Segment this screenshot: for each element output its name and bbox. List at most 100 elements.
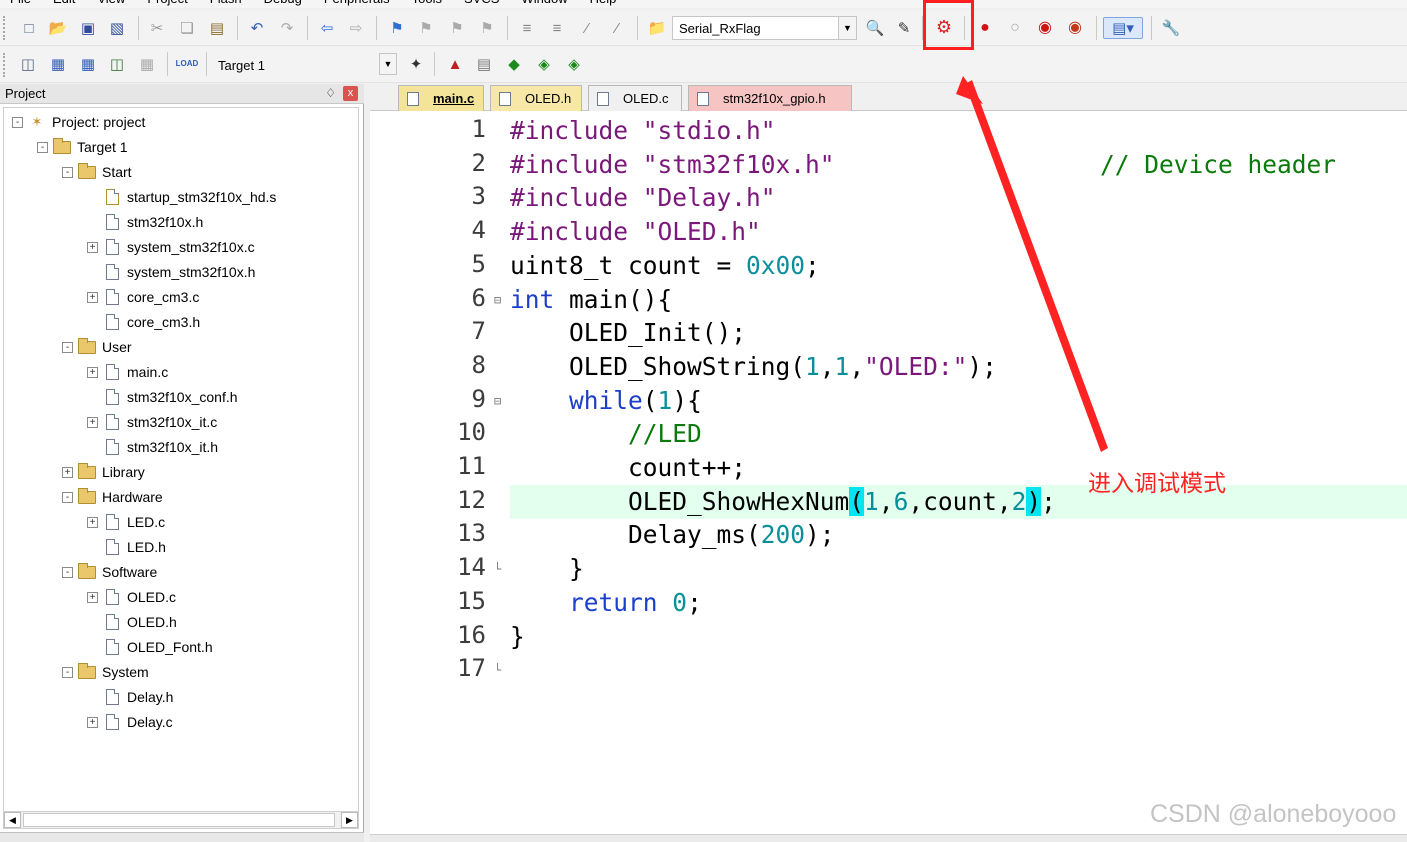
save-all-icon[interactable]: ▧ — [106, 17, 128, 39]
expand-icon[interactable]: + — [87, 516, 98, 528]
scroll-right-icon[interactable]: ▶ — [341, 812, 358, 828]
select-packs-icon[interactable]: ◆ — [503, 53, 525, 75]
expand-icon[interactable]: + — [87, 366, 98, 378]
menu-view[interactable]: View — [97, 0, 125, 6]
code-area[interactable]: #include "stdio.h" #include "stm32f10x.h"… — [510, 113, 1407, 842]
navigate-back-icon[interactable]: ⇦ — [316, 17, 338, 39]
fold-icon[interactable]: ⊟ — [494, 394, 506, 408]
undo-icon[interactable]: ↶ — [246, 17, 268, 39]
find-icon[interactable]: ✎ — [893, 17, 915, 39]
prev-bookmark-icon[interactable]: ⚑ — [415, 17, 437, 39]
tree-file[interactable]: + main.c — [87, 360, 168, 384]
expand-icon[interactable]: + — [87, 716, 98, 728]
menu-project[interactable]: Project — [147, 0, 187, 6]
menu-edit[interactable]: Edit — [53, 0, 75, 6]
disable-all-breakpoints-icon[interactable]: ◉ — [1034, 17, 1056, 39]
tree-file[interactable]: stm32f10x_conf.h — [87, 385, 238, 409]
expand-icon[interactable]: + — [87, 241, 98, 253]
bookmark-icon[interactable]: ⚑ — [386, 17, 408, 39]
tree-file[interactable]: OLED.h — [87, 610, 177, 634]
collapse-icon[interactable]: - — [37, 141, 48, 153]
navigate-forward-icon[interactable]: ⇨ — [345, 17, 367, 39]
copy-icon[interactable]: ❏ — [176, 17, 198, 39]
tree-file[interactable]: Delay.h — [87, 685, 173, 709]
collapse-icon[interactable]: - — [62, 566, 73, 578]
enable-breakpoint-icon[interactable]: ○ — [1004, 17, 1026, 39]
toolbar-grip[interactable] — [3, 16, 6, 40]
collapse-icon[interactable]: - — [62, 341, 73, 353]
expand-icon[interactable]: + — [87, 416, 98, 428]
translate-icon[interactable]: ◫ — [17, 53, 39, 75]
tree-folder[interactable]: - Software — [62, 560, 157, 584]
manage-run-time-env-icon[interactable]: ◈ — [563, 53, 585, 75]
menu-peripherals[interactable]: Peripherals — [324, 0, 390, 6]
collapse-icon[interactable]: - — [12, 116, 23, 128]
menu-tools[interactable]: Tools — [412, 0, 442, 6]
tree-folder[interactable]: - User — [62, 335, 132, 359]
uncomment-icon[interactable]: ⁄ — [606, 17, 628, 39]
target-options-icon[interactable]: ✦ — [405, 53, 427, 75]
tree-file[interactable]: system_stm32f10x.h — [87, 260, 255, 284]
fold-icon[interactable]: ⊟ — [494, 293, 506, 307]
next-bookmark-icon[interactable]: ⚑ — [446, 17, 468, 39]
tree-folder[interactable]: - System — [62, 660, 149, 684]
kill-all-breakpoints-icon[interactable]: ◉ — [1064, 17, 1086, 39]
project-horizontal-scrollbar[interactable]: ◀ ▶ — [3, 811, 359, 829]
pin-icon[interactable]: ♢ — [325, 86, 336, 100]
indent-icon[interactable]: ≡ — [516, 17, 538, 39]
tree-folder[interactable]: - Start — [62, 160, 132, 184]
insert-breakpoint-icon[interactable]: ● — [974, 17, 996, 39]
tab-stm32f10x-gpio-h[interactable]: stm32f10x_gpio.h — [688, 85, 852, 111]
tree-file[interactable]: + OLED.c — [87, 585, 176, 609]
tree-file[interactable]: + system_stm32f10x.c — [87, 235, 255, 259]
target-select[interactable]: Target 1 ▼ — [212, 53, 397, 77]
tree-file[interactable]: OLED_Font.h — [87, 635, 213, 659]
find-combo[interactable]: Serial_RxFlag ▼ — [672, 16, 857, 40]
tab-oled-c[interactable]: OLED.c — [588, 85, 682, 111]
collapse-icon[interactable]: - — [62, 666, 73, 678]
open-file-icon[interactable]: 📂 — [47, 17, 69, 39]
project-bottom-tabs[interactable] — [0, 832, 364, 842]
tree-target[interactable]: - Target 1 — [37, 135, 128, 159]
menu-window[interactable]: Window — [521, 0, 567, 6]
manage-multi-project-icon[interactable]: ▤ — [473, 53, 495, 75]
tree-file[interactable]: + core_cm3.c — [87, 285, 199, 309]
editor-horizontal-scrollbar[interactable] — [370, 834, 1407, 842]
expand-icon[interactable]: + — [62, 466, 73, 478]
paste-icon[interactable]: ▤ — [206, 17, 228, 39]
unindent-icon[interactable]: ≡ — [546, 17, 568, 39]
menu-help[interactable]: Help — [590, 0, 617, 6]
cut-icon[interactable]: ✂ — [146, 17, 168, 39]
chevron-down-icon[interactable]: ▼ — [379, 53, 397, 75]
batch-build-icon[interactable]: ◫ — [106, 53, 128, 75]
menu-file[interactable]: File — [10, 0, 31, 6]
toolbar-grip-2[interactable] — [3, 53, 6, 77]
close-icon[interactable]: x — [343, 86, 358, 101]
tree-folder[interactable]: - Hardware — [62, 485, 163, 509]
find-in-files-icon[interactable]: 📁 — [646, 17, 668, 39]
tree-file[interactable]: startup_stm32f10x_hd.s — [87, 185, 276, 209]
scroll-thumb[interactable] — [23, 813, 335, 827]
rebuild-icon[interactable]: ▦ — [77, 53, 99, 75]
build-icon[interactable]: ▦ — [47, 53, 69, 75]
tree-file[interactable]: stm32f10x.h — [87, 210, 203, 234]
clear-bookmarks-icon[interactable]: ⚑ — [476, 17, 498, 39]
tree-folder[interactable]: + Library — [62, 460, 145, 484]
tree-file[interactable]: + stm32f10x_it.c — [87, 410, 217, 434]
tab-oled-h[interactable]: OLED.h — [490, 85, 582, 111]
tree-root[interactable]: - ✶ Project: project — [12, 110, 145, 134]
menu-flash[interactable]: Flash — [210, 0, 242, 6]
configure-tools-icon[interactable]: 🔧 — [1160, 17, 1182, 39]
pack-installer-icon[interactable]: ◈ — [533, 53, 555, 75]
redo-icon[interactable]: ↷ — [276, 17, 298, 39]
expand-icon[interactable]: + — [87, 291, 98, 303]
comment-icon[interactable]: ⁄ — [576, 17, 598, 39]
menu-svcs[interactable]: SVCS — [464, 0, 499, 6]
expand-icon[interactable]: + — [87, 591, 98, 603]
save-icon[interactable]: ▣ — [77, 17, 99, 39]
collapse-icon[interactable]: - — [62, 166, 73, 178]
download-icon[interactable]: LOAD — [176, 53, 199, 75]
manage-project-items-icon[interactable]: ▲ — [444, 53, 466, 75]
tree-file[interactable]: + LED.c — [87, 510, 165, 534]
new-file-icon[interactable]: □ — [18, 17, 40, 39]
